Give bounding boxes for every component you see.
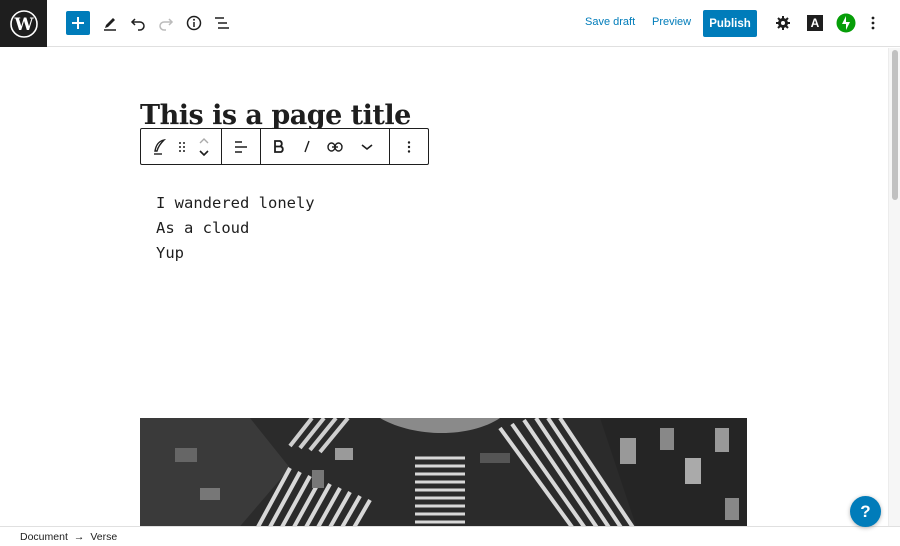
drag-handle[interactable] <box>173 129 191 164</box>
italic-icon <box>304 140 310 153</box>
plus-icon <box>72 17 84 29</box>
street-crossing-image <box>140 418 747 526</box>
align-text-button[interactable] <box>226 129 256 164</box>
publish-button[interactable]: Publish <box>703 10 757 37</box>
wordpress-logo-icon: W <box>9 9 38 38</box>
quill-icon <box>154 138 166 155</box>
options-group <box>390 129 428 164</box>
jetpack-button[interactable] <box>834 11 858 35</box>
block-breadcrumb: Document → Verse <box>0 526 900 546</box>
preview-button[interactable]: Preview <box>652 16 691 28</box>
verse-line: I wandered lonely <box>156 194 315 212</box>
verse-line: Yup <box>156 244 184 262</box>
chevron-down-icon <box>361 143 373 150</box>
wordpress-logo-button[interactable]: W <box>0 0 47 47</box>
tools-button[interactable] <box>98 11 122 35</box>
link-button[interactable] <box>321 129 349 164</box>
alignment-group <box>222 129 261 164</box>
undo-button[interactable] <box>126 11 150 35</box>
link-icon <box>327 141 343 152</box>
block-type-button[interactable] <box>145 129 173 164</box>
bold-button[interactable] <box>265 129 293 164</box>
redo-button[interactable] <box>154 11 178 35</box>
undo-icon <box>130 18 145 31</box>
save-draft-button[interactable]: Save draft <box>585 16 635 28</box>
block-options-button[interactable] <box>392 129 426 164</box>
block-controls-group <box>141 129 222 164</box>
add-block-button[interactable] <box>66 11 90 35</box>
info-icon <box>186 15 202 31</box>
chevron-up-icon[interactable] <box>199 137 209 145</box>
editor-canvas: This is a page title I wandered lonely A… <box>0 48 888 526</box>
editor-header: W Save draft Preview Publish A <box>0 0 900 47</box>
italic-button[interactable] <box>293 129 321 164</box>
page-title[interactable]: This is a page title <box>140 100 411 131</box>
more-formats-button[interactable] <box>349 129 385 164</box>
image-block[interactable] <box>140 418 747 526</box>
amp-plugin-button[interactable]: A <box>803 11 827 35</box>
verse-block[interactable]: I wandered lonely As a cloud Yup <box>156 191 315 266</box>
redo-icon <box>159 18 174 31</box>
scrollbar[interactable] <box>888 48 900 526</box>
pencil-icon <box>104 18 116 31</box>
scrollbar-thumb[interactable] <box>892 50 898 200</box>
breadcrumb-verse[interactable]: Verse <box>90 531 117 543</box>
move-controls <box>191 129 217 164</box>
jetpack-icon <box>836 13 856 33</box>
arrow-right-icon: → <box>73 530 85 543</box>
more-vertical-icon <box>407 140 411 153</box>
details-button[interactable] <box>182 11 206 35</box>
settings-button[interactable] <box>771 11 795 35</box>
bold-icon <box>274 140 284 153</box>
format-group <box>261 129 390 164</box>
drag-handle-icon <box>179 141 185 152</box>
letter-a-icon: A <box>807 15 823 31</box>
verse-line: As a cloud <box>156 219 250 237</box>
chevron-down-icon[interactable] <box>199 149 209 157</box>
list-view-icon <box>215 17 229 29</box>
breadcrumb-document[interactable]: Document <box>20 531 68 543</box>
gear-icon <box>776 16 790 30</box>
list-view-button[interactable] <box>210 11 234 35</box>
options-menu-button[interactable] <box>861 11 885 35</box>
more-vertical-icon <box>871 16 875 30</box>
help-button[interactable]: ? <box>850 496 881 527</box>
block-toolbar <box>140 128 429 165</box>
svg-text:W: W <box>13 15 34 35</box>
align-left-icon <box>235 140 247 153</box>
